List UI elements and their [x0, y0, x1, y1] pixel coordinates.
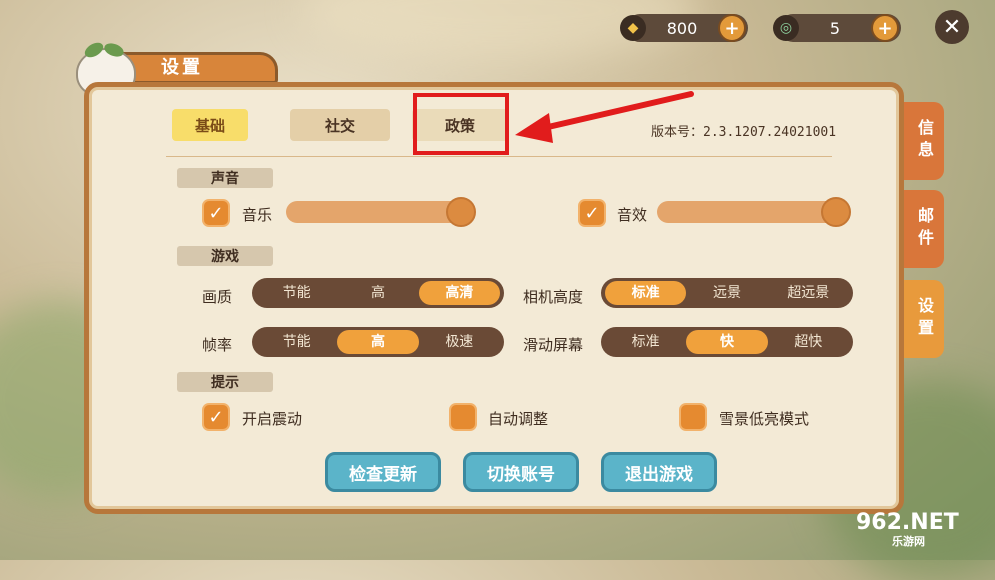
scroll-option-selected[interactable]: 快	[686, 330, 768, 354]
camera-label: 相机高度	[523, 288, 584, 306]
coin-counter: ◆ 800 +	[620, 14, 748, 42]
quality-option-selected[interactable]: 高清	[418, 281, 500, 305]
camera-selector[interactable]: 标准 远景 超远景	[601, 278, 853, 308]
coin-icon: ◆	[620, 15, 646, 41]
music-slider[interactable]	[286, 197, 476, 227]
quality-option[interactable]: 节能	[256, 281, 337, 305]
music-checkbox[interactable]: ✓	[202, 199, 230, 227]
sfx-slider[interactable]	[657, 197, 851, 227]
side-tab-mail[interactable]: 邮件	[904, 190, 944, 268]
scroll-option[interactable]: 标准	[605, 330, 686, 354]
switch-account-button[interactable]: 切换账号	[463, 452, 579, 492]
section-tips: 提示	[177, 372, 273, 392]
watermark-sub: 乐游网	[892, 535, 925, 548]
auto-adjust-checkbox[interactable]	[449, 403, 477, 431]
scroll-option[interactable]: 超快	[768, 330, 849, 354]
snow-mode-label: 雪景低亮模式	[719, 410, 810, 428]
gem-value: 5	[829, 18, 841, 38]
side-tab-settings[interactable]: 设置	[904, 280, 944, 358]
close-icon: ✕	[942, 14, 962, 40]
check-update-button[interactable]: 检查更新	[325, 452, 441, 492]
gem-counter: ◎ 5 +	[773, 14, 901, 42]
scroll-label: 滑动屏幕	[523, 336, 584, 354]
framerate-option[interactable]: 极速	[419, 330, 500, 354]
divider	[166, 156, 832, 157]
framerate-selector[interactable]: 节能 高 极速	[252, 327, 504, 357]
vibration-label: 开启震动	[242, 410, 303, 428]
watermark-main: 962.NET	[856, 510, 959, 535]
check-icon: ✓	[584, 202, 600, 224]
coin-value: 800	[666, 18, 698, 38]
tab-social[interactable]: 社交	[290, 109, 390, 141]
sfx-slider-handle[interactable]	[821, 197, 851, 227]
snow-mode-checkbox[interactable]	[679, 403, 707, 431]
check-icon: ✓	[208, 202, 224, 224]
section-game: 游戏	[177, 246, 273, 266]
framerate-option-selected[interactable]: 高	[337, 330, 419, 354]
camera-option[interactable]: 远景	[686, 281, 767, 305]
music-slider-handle[interactable]	[446, 197, 476, 227]
side-tab-info[interactable]: 信息	[904, 102, 944, 180]
exit-game-button[interactable]: 退出游戏	[601, 452, 717, 492]
camera-option-selected[interactable]: 标准	[605, 281, 687, 305]
close-button[interactable]: ✕	[935, 10, 969, 44]
check-icon: ✓	[208, 406, 224, 428]
quality-label: 画质	[202, 288, 233, 306]
music-label: 音乐	[242, 206, 273, 224]
vibration-checkbox[interactable]: ✓	[202, 403, 230, 431]
add-gem-button[interactable]: +	[871, 14, 899, 42]
highlight-box	[413, 93, 509, 155]
gem-icon: ◎	[773, 15, 799, 41]
sfx-label: 音效	[617, 206, 648, 224]
version-label: 版本号：2.3.1207.24021001	[651, 125, 837, 140]
add-coin-button[interactable]: +	[718, 14, 746, 42]
framerate-option[interactable]: 节能	[256, 330, 337, 354]
quality-selector[interactable]: 节能 高 高清	[252, 278, 504, 308]
site-watermark: 962.NET 乐游网	[856, 510, 959, 549]
section-sound: 声音	[177, 168, 273, 188]
camera-option[interactable]: 超远景	[768, 281, 849, 305]
tab-basic[interactable]: 基础	[172, 109, 248, 141]
sfx-checkbox[interactable]: ✓	[578, 199, 606, 227]
auto-adjust-label: 自动调整	[488, 410, 549, 428]
quality-option[interactable]: 高	[337, 281, 418, 305]
framerate-label: 帧率	[202, 336, 233, 354]
scroll-selector[interactable]: 标准 快 超快	[601, 327, 853, 357]
